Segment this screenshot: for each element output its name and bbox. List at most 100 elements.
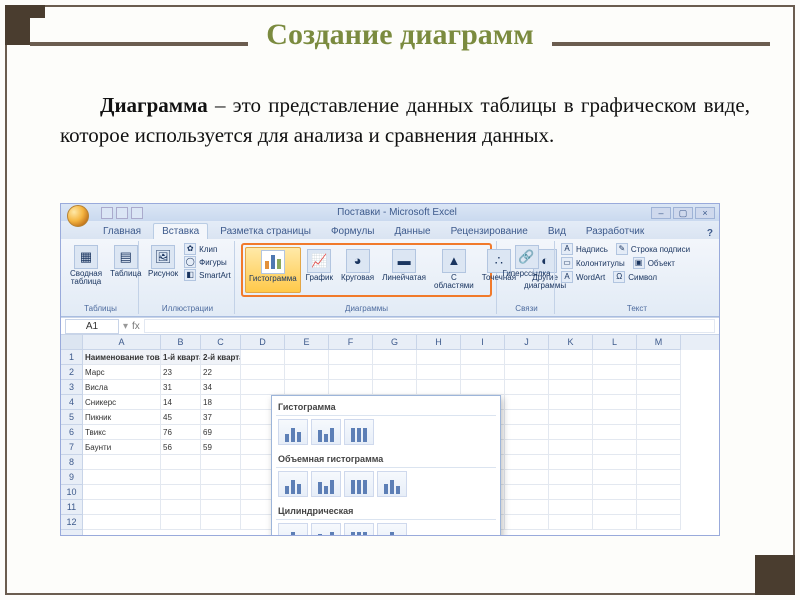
qat-redo-icon[interactable] (131, 207, 143, 219)
btn-smartart[interactable]: ◧SmartArt (184, 269, 231, 281)
cell[interactable] (329, 350, 373, 365)
cell[interactable]: 22 (201, 365, 241, 380)
column-header[interactable]: D (241, 335, 285, 350)
column-header[interactable]: C (201, 335, 241, 350)
btn-pie-chart[interactable]: ◕Круговая (338, 247, 377, 293)
btn-symbol[interactable]: ΩСимвол (613, 271, 657, 283)
cell[interactable] (637, 455, 681, 470)
cell[interactable] (549, 440, 593, 455)
cell[interactable] (593, 350, 637, 365)
cell[interactable] (505, 500, 549, 515)
cell[interactable] (201, 485, 241, 500)
column-header[interactable]: K (549, 335, 593, 350)
cell[interactable] (593, 440, 637, 455)
cell[interactable] (83, 515, 161, 530)
tab-page-layout[interactable]: Разметка страницы (212, 224, 319, 239)
cell[interactable] (505, 350, 549, 365)
cell[interactable] (549, 485, 593, 500)
cell[interactable]: Пикник (83, 410, 161, 425)
column-header[interactable]: F (329, 335, 373, 350)
cell[interactable] (593, 515, 637, 530)
btn-object[interactable]: ▣Объект (633, 257, 675, 269)
cell[interactable]: Твикс (83, 425, 161, 440)
btn-shapes[interactable]: ◯Фигуры (184, 256, 231, 268)
cell[interactable] (593, 410, 637, 425)
cell[interactable] (417, 365, 461, 380)
cell[interactable] (637, 500, 681, 515)
btn-area-chart[interactable]: ▲С областями (431, 247, 477, 293)
cell[interactable]: 59 (201, 440, 241, 455)
cell[interactable] (201, 455, 241, 470)
cell[interactable] (549, 380, 593, 395)
chart-option[interactable] (344, 419, 374, 445)
chart-option[interactable] (278, 419, 308, 445)
column-header[interactable]: G (373, 335, 417, 350)
cell[interactable] (637, 515, 681, 530)
cell[interactable]: 1-й квартал (161, 350, 201, 365)
cell[interactable] (241, 365, 285, 380)
cell[interactable] (329, 365, 373, 380)
cell[interactable] (593, 455, 637, 470)
cell[interactable] (637, 365, 681, 380)
cell[interactable] (505, 470, 549, 485)
cell[interactable] (83, 470, 161, 485)
cell[interactable] (505, 425, 549, 440)
column-header[interactable]: H (417, 335, 461, 350)
cell[interactable] (549, 425, 593, 440)
cell[interactable] (83, 455, 161, 470)
cell[interactable] (593, 380, 637, 395)
cell[interactable] (161, 485, 201, 500)
tab-review[interactable]: Рецензирование (443, 224, 536, 239)
cell[interactable] (161, 470, 201, 485)
cell[interactable] (373, 350, 417, 365)
cell[interactable] (593, 365, 637, 380)
spreadsheet-grid[interactable]: 123456789101112 ABCDEFGHIJKLM Наименован… (61, 335, 719, 535)
cell[interactable] (549, 350, 593, 365)
cell[interactable] (549, 470, 593, 485)
tab-insert[interactable]: Вставка (153, 223, 208, 239)
formula-input[interactable] (144, 319, 715, 333)
qat-undo-icon[interactable] (116, 207, 128, 219)
cell[interactable] (285, 350, 329, 365)
column-header[interactable]: J (505, 335, 549, 350)
cell[interactable] (637, 440, 681, 455)
cell[interactable]: Висла (83, 380, 161, 395)
cell[interactable] (593, 485, 637, 500)
cell[interactable] (201, 515, 241, 530)
minimize-button[interactable]: – (651, 207, 671, 219)
cell[interactable] (241, 380, 285, 395)
cell[interactable] (505, 365, 549, 380)
btn-pivot-table[interactable]: ▦ Сводная таблица (67, 243, 105, 289)
btn-textbox[interactable]: AНадпись (561, 243, 608, 255)
tab-formulas[interactable]: Формулы (323, 224, 383, 239)
cell[interactable] (593, 500, 637, 515)
column-header[interactable]: M (637, 335, 681, 350)
cell[interactable] (201, 470, 241, 485)
chart-option[interactable] (311, 419, 341, 445)
quick-access-toolbar[interactable] (101, 207, 143, 219)
cell[interactable]: 56 (161, 440, 201, 455)
cell[interactable] (637, 485, 681, 500)
chart-option[interactable] (344, 471, 374, 497)
cell[interactable] (83, 485, 161, 500)
maximize-button[interactable]: ▢ (673, 207, 693, 219)
cell[interactable] (417, 380, 461, 395)
btn-header-footer[interactable]: ▭Колонтитулы (561, 257, 625, 269)
btn-wordart[interactable]: AWordArt (561, 271, 605, 283)
column-header[interactable]: A (83, 335, 161, 350)
cell[interactable] (549, 455, 593, 470)
cell[interactable]: 2-й квартал (201, 350, 241, 365)
cell[interactable]: Баунти (83, 440, 161, 455)
cell[interactable] (637, 410, 681, 425)
cell[interactable]: 31 (161, 380, 201, 395)
cell[interactable] (505, 440, 549, 455)
btn-line-chart[interactable]: 📈График (303, 247, 336, 293)
qat-save-icon[interactable] (101, 207, 113, 219)
chart-option[interactable] (311, 523, 341, 535)
cell[interactable] (329, 380, 373, 395)
cell[interactable] (549, 410, 593, 425)
name-box[interactable]: A1 (65, 319, 119, 334)
fx-label[interactable]: fx (132, 321, 140, 332)
cell[interactable] (549, 500, 593, 515)
btn-hyperlink[interactable]: 🔗 Гиперссылка (503, 243, 550, 280)
